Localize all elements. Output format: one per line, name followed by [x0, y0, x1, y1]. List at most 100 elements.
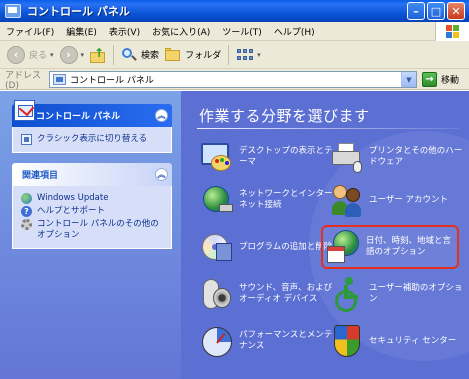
- performance-maintenance-icon: [199, 323, 235, 359]
- back-arrow-icon: ‹: [7, 45, 25, 64]
- help-support-link[interactable]: ? ヘルプとサポート: [21, 206, 163, 217]
- see-also-panel: 関連項目 ︽ Windows Update ? ヘルプとサポート コントロール …: [12, 163, 172, 249]
- category-accessibility[interactable]: ユーザー補助のオプション: [329, 276, 469, 312]
- panel-title: コントロール パネル: [36, 112, 121, 122]
- gear-icon: [21, 219, 32, 230]
- category-label: ユーザー補助のオプション: [369, 283, 463, 304]
- category-label: ユーザー アカウント: [369, 194, 449, 205]
- category-date-time-language[interactable]: 日付、時刻、地域と言語のオプション: [321, 225, 459, 269]
- windows-update-link[interactable]: Windows Update: [21, 193, 163, 204]
- category-performance-maintenance[interactable]: パフォーマンスとメンテナンス: [199, 323, 339, 359]
- heading-divider: [197, 128, 459, 129]
- sounds-audio-icon: [199, 276, 235, 312]
- address-dropdown-icon[interactable]: ▼: [401, 72, 416, 87]
- task-pane: コントロール パネル ︽ クラシック表示に切り替える 関連項目 ︽ Window…: [0, 91, 181, 379]
- address-value: コントロール パネル: [70, 76, 154, 86]
- page-title: 作業する分野を選びます: [199, 107, 370, 125]
- menu-help[interactable]: ヘルプ(H): [268, 25, 321, 38]
- up-button[interactable]: ↑: [87, 44, 109, 66]
- folder-icon: [165, 48, 181, 61]
- search-icon: [121, 47, 137, 63]
- category-printers-hardware[interactable]: プリンタとその他のハードウェア: [329, 139, 469, 175]
- views-button[interactable]: ▾: [233, 44, 264, 66]
- link-label: ヘルプとサポート: [37, 206, 106, 216]
- category-label: プログラムの追加と削除: [239, 241, 333, 252]
- forward-button[interactable]: › ▾: [57, 44, 88, 66]
- go-arrow-icon: →: [422, 72, 437, 87]
- category-label: サウンド、音声、およびオーディオ デバイス: [239, 283, 333, 304]
- toolbar-separator: [228, 44, 230, 65]
- link-label: Windows Update: [37, 193, 109, 203]
- category-add-remove-programs[interactable]: プログラムの追加と削除: [199, 229, 339, 265]
- menu-edit[interactable]: 編集(E): [60, 25, 103, 38]
- accessibility-icon: [329, 276, 365, 312]
- category-label: ネットワークとインターネット接続: [239, 189, 333, 210]
- go-label: 移動: [441, 76, 460, 86]
- menu-tools[interactable]: ツール(T): [216, 25, 268, 38]
- category-label: デスクトップの表示とテーマ: [239, 146, 333, 167]
- category-label: パフォーマンスとメンテナンス: [239, 330, 333, 351]
- maximize-button[interactable]: □: [427, 2, 445, 20]
- link-label: コントロール パネルのその他のオプション: [37, 219, 159, 240]
- menu-favorites[interactable]: お気に入り(A): [146, 25, 216, 38]
- panel-header[interactable]: 関連項目 ︽: [12, 163, 172, 186]
- category-label: プリンタとその他のハードウェア: [369, 146, 463, 167]
- window-controls: – □ ✕: [407, 2, 465, 20]
- folders-button[interactable]: フォルダ: [162, 44, 224, 66]
- chevron-down-icon[interactable]: ▾: [257, 51, 261, 59]
- security-center-icon: [329, 323, 365, 359]
- classic-view-icon: [21, 134, 32, 145]
- help-icon: ?: [21, 206, 32, 217]
- user-accounts-icon: [329, 182, 365, 218]
- control-panel-small-icon: [53, 74, 66, 85]
- forward-arrow-icon: ›: [59, 45, 78, 64]
- search-button[interactable]: 検索: [118, 44, 162, 66]
- collapse-button[interactable]: ︽: [155, 109, 168, 122]
- category-appearance-themes[interactable]: デスクトップの表示とテーマ: [199, 139, 339, 175]
- control-panel-panel: コントロール パネル ︽ クラシック表示に切り替える: [12, 100, 172, 153]
- add-remove-programs-icon: [199, 229, 235, 265]
- other-options-link[interactable]: コントロール パネルのその他のオプション: [21, 219, 163, 241]
- toolbar-separator: [113, 44, 115, 65]
- back-label: 戻る: [29, 51, 48, 61]
- go-button[interactable]: → 移動: [422, 72, 459, 87]
- menu-bar: ファイル(F) 編集(E) 表示(V) お気に入り(A) ツール(T) ヘルプ(…: [0, 22, 469, 41]
- address-bar: アドレス(D) コントロール パネル ▼ → 移動: [0, 69, 469, 91]
- category-label: 日付、時刻、地域と言語のオプション: [366, 236, 452, 257]
- chevron-down-icon[interactable]: ▾: [81, 51, 85, 59]
- category-sounds-audio[interactable]: サウンド、音声、およびオーディオ デバイス: [199, 276, 339, 312]
- collapse-button[interactable]: ︽: [155, 168, 168, 181]
- panel-body: クラシック表示に切り替える: [12, 127, 172, 153]
- title-bar[interactable]: コントロール パネル – □ ✕: [0, 0, 469, 22]
- chevron-down-icon[interactable]: ▾: [50, 51, 54, 59]
- panel-header[interactable]: コントロール パネル ︽: [12, 100, 172, 127]
- network-internet-icon: [199, 182, 235, 218]
- minimize-button[interactable]: –: [407, 2, 425, 20]
- back-button[interactable]: ‹ 戻る ▾: [4, 44, 57, 66]
- control-panel-icon: [14, 100, 35, 121]
- category-network-internet[interactable]: ネットワークとインターネット接続: [199, 182, 339, 218]
- switch-to-classic-view-link[interactable]: クラシック表示に切り替える: [21, 134, 163, 145]
- windows-update-icon: [21, 193, 32, 204]
- folder-up-icon: ↑: [90, 46, 106, 64]
- category-pane: 作業する分野を選びます デスクトップの表示とテーマ プリンタとその他のハードウェ…: [181, 91, 469, 379]
- menu-view[interactable]: 表示(V): [103, 25, 146, 38]
- views-icon: [236, 48, 254, 62]
- window-title: コントロール パネル: [27, 5, 130, 18]
- appearance-themes-icon: [199, 139, 235, 175]
- folders-label: フォルダ: [185, 51, 222, 61]
- date-time-language-icon: [326, 229, 362, 265]
- close-button[interactable]: ✕: [447, 2, 465, 20]
- category-security-center[interactable]: セキュリティ センター: [329, 323, 469, 359]
- address-input[interactable]: コントロール パネル ▼: [49, 71, 417, 88]
- category-user-accounts[interactable]: ユーザー アカウント: [329, 182, 469, 218]
- link-label: クラシック表示に切り替える: [37, 134, 148, 144]
- panel-body: Windows Update ? ヘルプとサポート コントロール パネルのその他…: [12, 186, 172, 249]
- printers-hardware-icon: [329, 139, 365, 175]
- search-label: 検索: [141, 51, 160, 61]
- address-label: アドレス(D): [5, 70, 42, 91]
- panel-title: 関連項目: [22, 171, 59, 181]
- category-label: セキュリティ センター: [369, 335, 457, 346]
- menu-file[interactable]: ファイル(F): [0, 25, 60, 38]
- toolbar: ‹ 戻る ▾ › ▾ ↑ 検索 フォルダ ▾: [0, 41, 469, 69]
